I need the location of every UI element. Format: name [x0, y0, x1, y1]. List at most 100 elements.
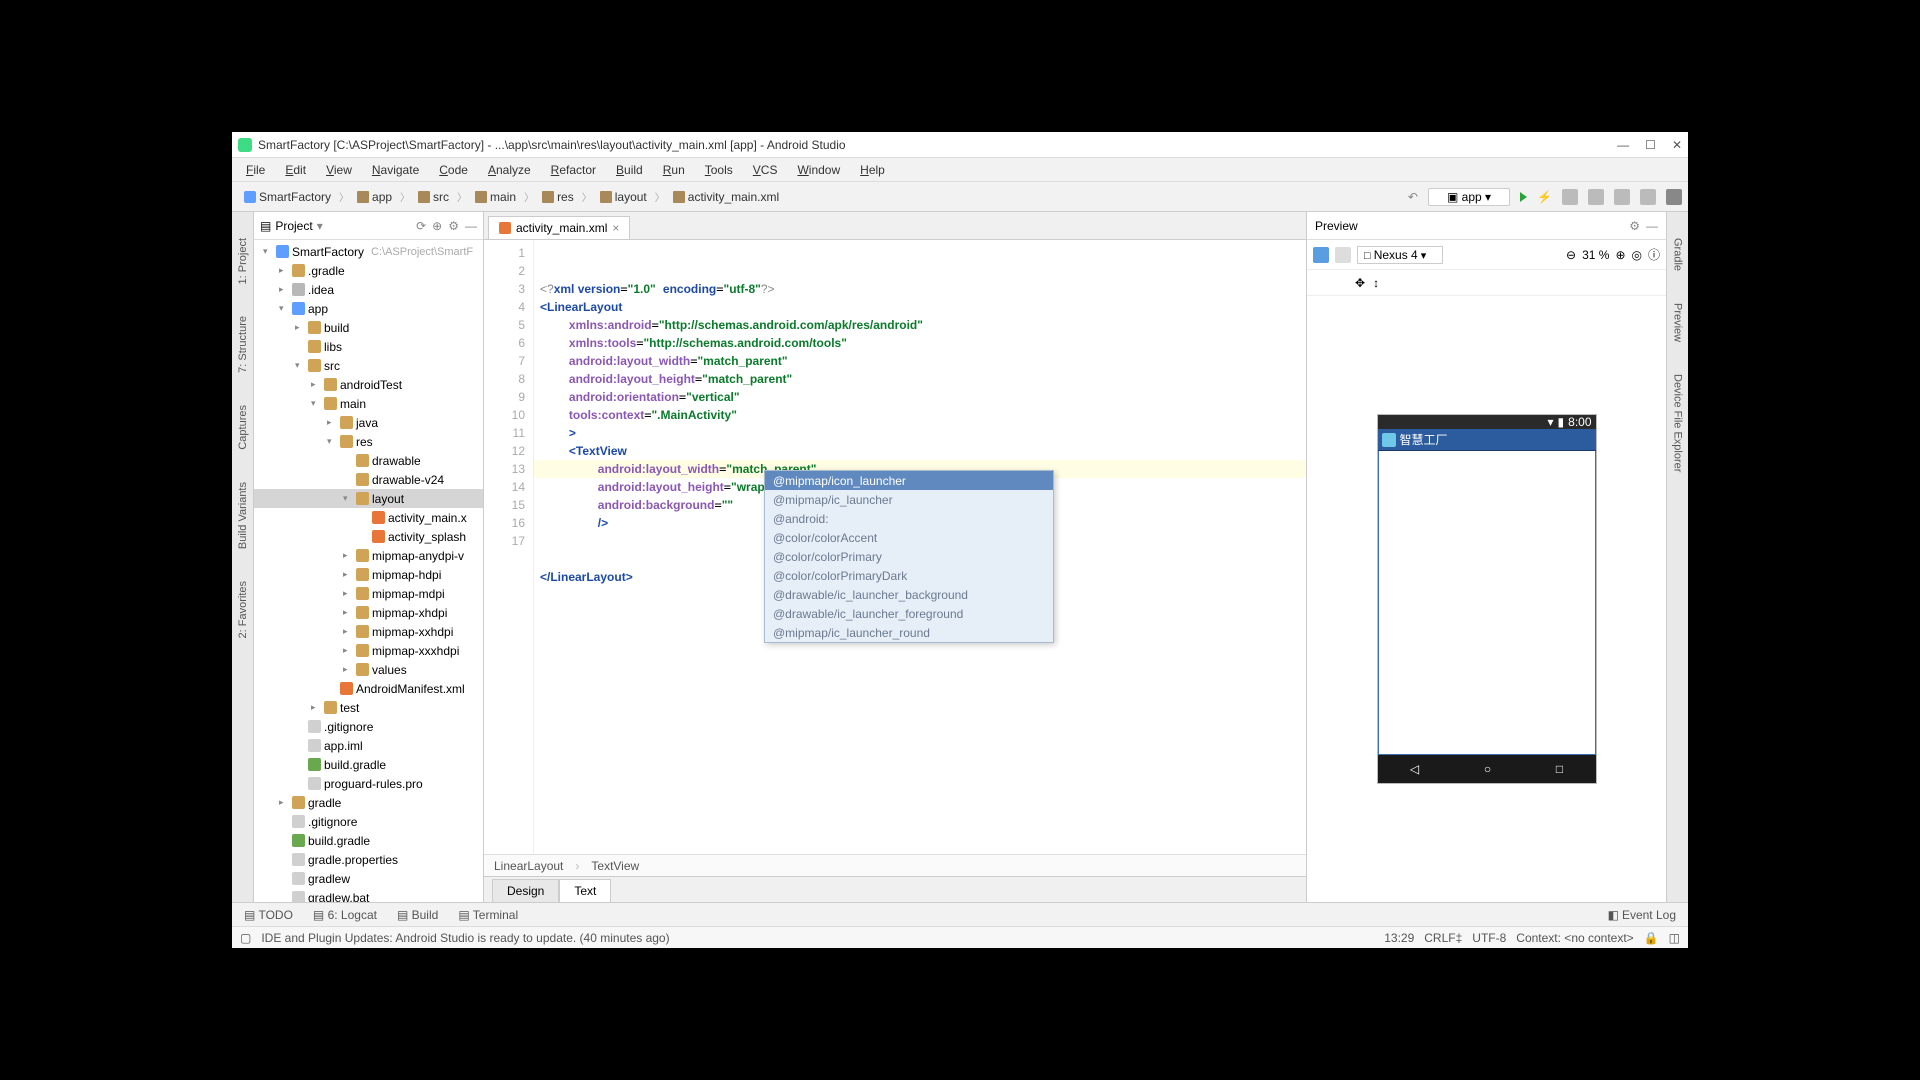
tree-node[interactable]: .gitignore — [254, 812, 483, 831]
tree-node[interactable]: .gitignore — [254, 717, 483, 736]
tree-node[interactable]: ▸gradle — [254, 793, 483, 812]
tree-node[interactable]: gradlew.bat — [254, 888, 483, 902]
avd-icon[interactable] — [1666, 189, 1682, 205]
tree-node[interactable]: build.gradle — [254, 755, 483, 774]
tree-node[interactable]: ▸build — [254, 318, 483, 337]
tree-node[interactable]: gradle.properties — [254, 850, 483, 869]
tree-node[interactable]: ▸mipmap-xxxhdpi — [254, 641, 483, 660]
close-button[interactable]: ✕ — [1672, 138, 1682, 152]
tree-node[interactable]: ▸mipmap-anydpi-v — [254, 546, 483, 565]
maximize-button[interactable]: ☐ — [1645, 138, 1656, 152]
project-scope-arrow-icon[interactable]: ▾ — [317, 219, 323, 233]
side-tab[interactable]: Captures — [235, 399, 251, 456]
menu-help[interactable]: Help — [852, 161, 893, 179]
device-select[interactable]: □ Nexus 4 ▾ — [1357, 246, 1443, 264]
zoom-out-icon[interactable]: ⊖ — [1566, 248, 1576, 262]
tree-node[interactable]: ▸java — [254, 413, 483, 432]
warnings-icon[interactable]: ⓘ — [1648, 246, 1660, 263]
breadcrumb-item[interactable]: LinearLayout — [494, 859, 563, 873]
crumb-main[interactable]: main — [469, 188, 522, 206]
tree-node[interactable]: ▸test — [254, 698, 483, 717]
file-encoding[interactable]: UTF-8 — [1472, 931, 1506, 945]
bottom-tool[interactable]: ▤ 6: Logcat — [307, 906, 383, 924]
palette-icon[interactable] — [1313, 247, 1329, 263]
completion-item[interactable]: @android: — [765, 509, 1053, 528]
tree-node[interactable]: activity_main.x — [254, 508, 483, 527]
crumb-activity_main.xml[interactable]: activity_main.xml — [667, 188, 785, 206]
menu-analyze[interactable]: Analyze — [480, 161, 539, 179]
tree-node[interactable]: ▾src — [254, 356, 483, 375]
preview-hide-icon[interactable]: — — [1646, 219, 1658, 233]
profile-icon[interactable] — [1562, 189, 1578, 205]
code-completion-popup[interactable]: @mipmap/icon_launcher@mipmap/ic_launcher… — [764, 470, 1054, 643]
pan-icon[interactable]: ✥ — [1355, 276, 1365, 290]
completion-item[interactable]: @color/colorAccent — [765, 528, 1053, 547]
side-tab[interactable]: Build Variants — [235, 476, 251, 555]
tree-node[interactable]: ▸values — [254, 660, 483, 679]
menu-code[interactable]: Code — [431, 161, 476, 179]
tree-node[interactable]: ▸androidTest — [254, 375, 483, 394]
run-button-icon[interactable] — [1520, 192, 1527, 202]
completion-item[interactable]: @mipmap/ic_launcher_round — [765, 623, 1053, 642]
editor-tab-close-icon[interactable]: × — [612, 221, 619, 235]
orientation-icon[interactable] — [1335, 247, 1351, 263]
design-tab[interactable]: Design — [492, 879, 559, 902]
stop-icon[interactable] — [1614, 189, 1630, 205]
tree-node[interactable]: ▾layout — [254, 489, 483, 508]
preview-settings-icon[interactable]: ⚙ — [1629, 219, 1640, 233]
tree-node[interactable]: ▸.gradle — [254, 261, 483, 280]
breadcrumb[interactable]: SmartFactory〉app〉src〉main〉res〉layout〉act… — [238, 188, 785, 206]
sync-icon[interactable] — [1640, 189, 1656, 205]
lock-icon[interactable]: 🔒 — [1644, 931, 1659, 945]
menu-bar[interactable]: FileEditViewNavigateCodeAnalyzeRefactorB… — [232, 158, 1688, 182]
menu-refactor[interactable]: Refactor — [543, 161, 604, 179]
preview-canvas[interactable]: ▾ ▮ 8:00 智慧工厂 ◁ ○ □ — [1307, 296, 1666, 902]
project-tree[interactable]: ▾SmartFactoryC:\ASProject\SmartF▸.gradle… — [254, 240, 483, 902]
debug-icon[interactable]: ⚡ — [1537, 190, 1552, 204]
menu-run[interactable]: Run — [655, 161, 693, 179]
menu-vcs[interactable]: VCS — [745, 161, 786, 179]
completion-item[interactable]: @mipmap/icon_launcher — [765, 471, 1053, 490]
crumb-res[interactable]: res — [536, 188, 580, 206]
menu-window[interactable]: Window — [789, 161, 848, 179]
menu-view[interactable]: View — [318, 161, 360, 179]
editor-tab-active[interactable]: activity_main.xml × — [488, 216, 630, 239]
bottom-tool[interactable]: ▤ Terminal — [452, 906, 524, 924]
menu-navigate[interactable]: Navigate — [364, 161, 427, 179]
side-tab[interactable]: 1: Project — [235, 232, 251, 290]
menu-build[interactable]: Build — [608, 161, 651, 179]
completion-item[interactable]: @color/colorPrimaryDark — [765, 566, 1053, 585]
expand-icon[interactable]: ↕ — [1373, 276, 1379, 290]
minimize-button[interactable]: — — [1617, 138, 1629, 152]
crumb-src[interactable]: src — [412, 188, 455, 206]
menu-file[interactable]: File — [238, 161, 273, 179]
tree-node[interactable]: ▸mipmap-mdpi — [254, 584, 483, 603]
locate-icon[interactable]: ⊕ — [432, 219, 442, 233]
completion-item[interactable]: @drawable/ic_launcher_background — [765, 585, 1053, 604]
side-tab[interactable]: Gradle — [1670, 232, 1686, 277]
tree-node[interactable]: ▸.idea — [254, 280, 483, 299]
status-icon[interactable]: ▢ — [240, 931, 251, 945]
code-editor[interactable]: <?xml version="1.0" encoding="utf-8"?> <… — [534, 240, 1306, 854]
event-log-button[interactable]: ◧ Event Log — [1602, 906, 1682, 924]
left-tool-strip[interactable]: 1: Project 7: Structure Captures Build Vari… — [232, 212, 254, 902]
settings-icon[interactable]: ⚙ — [448, 219, 459, 233]
nav-back-icon[interactable]: ↶ — [1408, 190, 1418, 204]
menu-tools[interactable]: Tools — [697, 161, 741, 179]
attach-icon[interactable] — [1588, 189, 1604, 205]
zoom-fit-icon[interactable]: ◎ — [1632, 248, 1642, 262]
breadcrumb-item[interactable]: TextView — [591, 859, 639, 873]
tree-node[interactable]: activity_splash — [254, 527, 483, 546]
completion-item[interactable]: @mipmap/ic_launcher — [765, 490, 1053, 509]
bottom-tool[interactable]: ▤ Build — [391, 906, 444, 924]
tree-node[interactable]: build.gradle — [254, 831, 483, 850]
tree-node[interactable]: ▸mipmap-hdpi — [254, 565, 483, 584]
tree-node[interactable]: ▾main — [254, 394, 483, 413]
completion-item[interactable]: @drawable/ic_launcher_foreground — [765, 604, 1053, 623]
tree-node[interactable]: libs — [254, 337, 483, 356]
tree-node[interactable]: ▸mipmap-xxhdpi — [254, 622, 483, 641]
tree-node[interactable]: gradlew — [254, 869, 483, 888]
side-tab[interactable]: Preview — [1670, 297, 1686, 348]
tree-node[interactable]: ▾res — [254, 432, 483, 451]
side-tab[interactable]: 7: Structure — [235, 310, 251, 379]
